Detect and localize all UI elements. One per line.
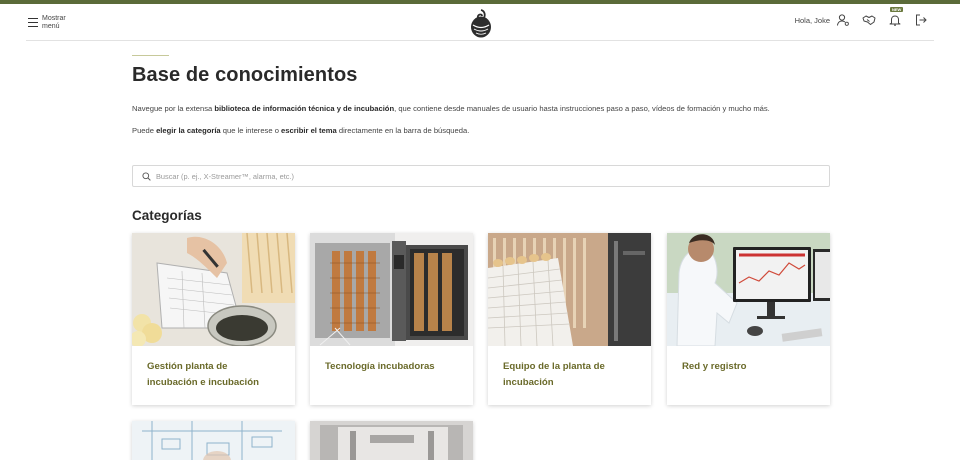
handshake-button[interactable] xyxy=(862,13,876,27)
search-icon xyxy=(142,171,151,181)
category-card-partial-2[interactable] xyxy=(310,421,473,460)
new-badge: NEW xyxy=(890,7,904,12)
category-card-partial-1[interactable] xyxy=(132,421,295,460)
category-card-network-registration[interactable]: Red y registro xyxy=(667,233,830,405)
hamburger-icon xyxy=(28,18,38,27)
category-card-hatchery-equipment[interactable]: Equipo de la planta de incubación xyxy=(488,233,651,405)
main-content: Base de conocimientos Navegue por la ext… xyxy=(132,55,830,137)
search-bar[interactable] xyxy=(132,165,830,187)
category-label: Equipo de la planta de incubación xyxy=(503,361,605,388)
header-actions: Hola, Joke NEW xyxy=(794,7,928,27)
category-card-hatchery-management[interactable]: Gestión planta de incubación e incubació… xyxy=(132,233,295,405)
bell-icon xyxy=(889,15,901,26)
categories-title: Categorías xyxy=(132,208,202,223)
category-image-partial-2 xyxy=(310,421,473,460)
intro-text: Navegue por la extensa biblioteca de inf… xyxy=(132,104,770,113)
show-menu-label: Mostrar menú xyxy=(42,15,66,30)
category-label: Tecnología incubadoras xyxy=(325,361,435,372)
category-image-partial-1 xyxy=(132,421,295,460)
header: Mostrar menú Hola, Joke NEW xyxy=(26,4,934,41)
title-accent-line xyxy=(132,55,169,56)
category-image-hatchery-management xyxy=(132,233,295,346)
notifications-button[interactable]: NEW xyxy=(888,7,904,27)
category-label: Gestión planta de incubación e incubació… xyxy=(147,361,259,388)
egg-logo-icon xyxy=(471,9,491,38)
search-input[interactable] xyxy=(156,171,816,181)
show-menu-button[interactable]: Mostrar menú xyxy=(28,15,78,30)
user-greeting: Hola, Joke xyxy=(794,15,830,25)
logout-icon xyxy=(916,14,927,26)
category-image-network-registration xyxy=(667,233,830,346)
logo[interactable] xyxy=(470,8,492,38)
category-image-incubator-technology xyxy=(310,233,473,346)
logout-button[interactable] xyxy=(914,13,928,27)
category-card-incubator-technology[interactable]: Tecnología incubadoras xyxy=(310,233,473,405)
user-settings-icon xyxy=(837,14,849,26)
user-settings-button[interactable] xyxy=(836,13,850,27)
handshake-icon xyxy=(862,15,876,25)
intro-text-2: Puede elegir la categoría que le interes… xyxy=(132,126,470,135)
category-label: Red y registro xyxy=(682,361,747,372)
page-title: Base de conocimientos xyxy=(132,64,358,86)
category-image-hatchery-equipment xyxy=(488,233,651,346)
